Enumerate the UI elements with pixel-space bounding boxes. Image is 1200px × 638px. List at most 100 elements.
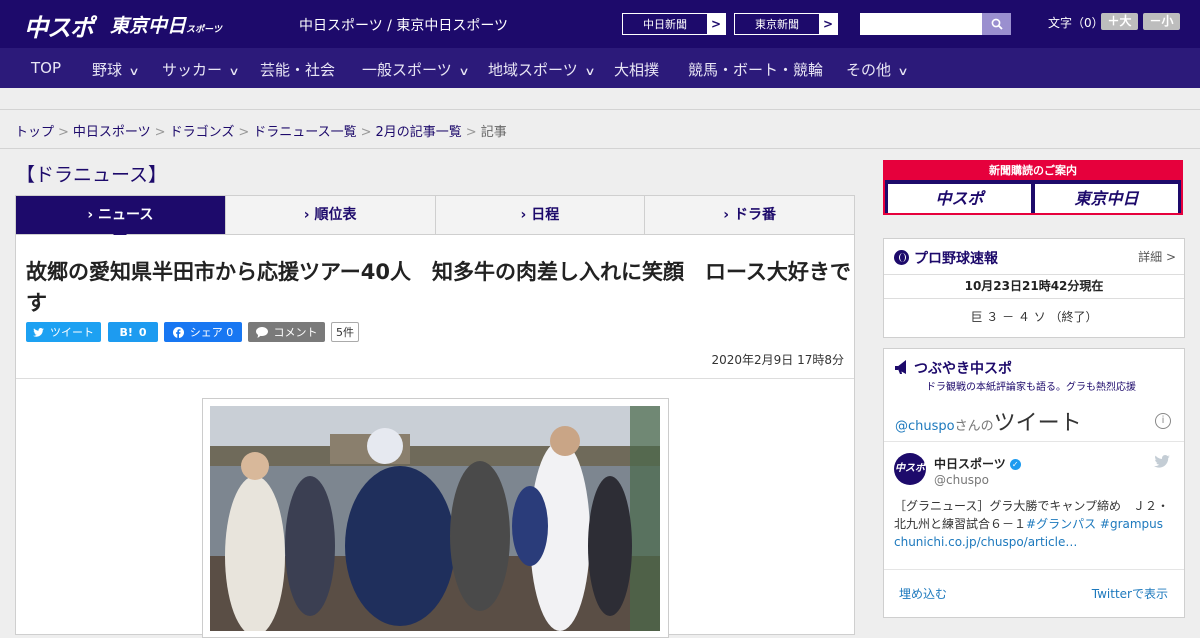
twitter-card: つぶやき中スポ ドラ観戦の本紙評論家も語る。グラも熱烈応援 @chuspoさんの… <box>883 348 1185 618</box>
tab-news[interactable]: › ニュース <box>16 196 226 241</box>
twitter-bird-icon <box>33 327 44 337</box>
tokyo-shimbun-label: 東京新聞 <box>755 18 799 31</box>
baseball-icon <box>894 250 909 265</box>
article-date: 2020年2月9日 17時8分 <box>711 353 844 367</box>
facebook-icon <box>172 326 184 338</box>
tokyo-chunichi-logo-small: スポーツ <box>186 25 222 35</box>
baseball-card-title: プロ野球速報 <box>914 251 998 267</box>
breadcrumb-dra-news-list[interactable]: ドラニュース一覧 <box>253 125 356 140</box>
breadcrumb-sep: > <box>154 125 166 140</box>
main-nav: TOP 野球 ∨ サッカー ∨ 芸能・社会 一般スポーツ ∨ 地域スポーツ ∨ 大相撲 … <box>0 48 1200 88</box>
section-tabs: › ニュース › 順位表 › 日程 › ドラ番 <box>15 195 855 241</box>
divider <box>884 569 1184 570</box>
divider <box>16 378 854 379</box>
twitter-timeline-title: ツイート <box>993 411 1082 436</box>
tweet-button[interactable]: ツイート <box>26 322 101 342</box>
info-icon[interactable]: i <box>1155 413 1171 429</box>
chevron-down-icon: ∨ <box>584 65 596 78</box>
chevron-down-icon: ∨ <box>458 65 470 78</box>
breadcrumb-february-list[interactable]: 2月の記事一覧 <box>376 125 462 140</box>
chunichi-shimbun-link[interactable]: 中日新聞 > <box>622 13 726 35</box>
nav-item-sumo[interactable]: 大相撲 <box>614 59 659 80</box>
breadcrumb-sep: > <box>238 125 250 140</box>
hatena-count: 0 <box>138 325 147 339</box>
tweet-author-name[interactable]: 中日スポーツ ✓ <box>934 455 1021 472</box>
search-input[interactable] <box>860 13 982 35</box>
breadcrumb-current: 記事 <box>480 125 507 140</box>
nav-item-baseball[interactable]: 野球 ∨ <box>92 59 140 80</box>
hashtag-link[interactable]: #グランパス <box>1026 517 1096 531</box>
tab-prefix: › <box>520 207 527 223</box>
tokyo-shimbun-link[interactable]: 東京新聞 > <box>734 13 838 35</box>
article-photo[interactable] <box>202 398 669 638</box>
breadcrumb-top[interactable]: トップ <box>15 125 54 140</box>
subscribe-chuspo-button[interactable]: 中スポ <box>888 184 1031 213</box>
font-larger-button[interactable]: ＋大 <box>1101 13 1138 30</box>
nav-item-soccer[interactable]: サッカー ∨ <box>162 59 240 80</box>
article-title: 故郷の愛知県半田市から応援ツアー40人 知多牛の肉差し入れに笑顔 ロース大好きで… <box>26 260 851 315</box>
tab-schedule[interactable]: › 日程 <box>436 196 646 234</box>
embed-link[interactable]: 埋め込む <box>899 585 947 602</box>
twitter-handle-link[interactable]: @chuspo <box>895 419 955 434</box>
nav-item-racing[interactable]: 競馬・ボート・競輪 <box>688 59 823 80</box>
top-header: 中スポ 東京中日スポーツ 中日スポーツ / 東京中日スポーツ 中日新聞 > 東京… <box>0 0 1200 48</box>
baseball-details-link[interactable]: 詳細 > <box>1138 248 1176 265</box>
tweet-author-id[interactable]: @chuspo <box>934 473 989 487</box>
view-on-twitter-link[interactable]: Twitterで表示 <box>1092 585 1168 602</box>
chevron-down-icon: ∨ <box>228 65 240 78</box>
search-button[interactable] <box>982 13 1011 35</box>
tab-dra-ban[interactable]: › ドラ番 <box>645 196 854 234</box>
score-line[interactable]: 巨 ３ － ４ ソ （終了） <box>884 299 1184 336</box>
verified-badge-icon: ✓ <box>1009 459 1021 470</box>
twitter-bird-icon[interactable] <box>1154 455 1170 468</box>
tab-prefix: › <box>87 207 94 223</box>
nav-label: その他 <box>846 61 892 79</box>
subscribe-tokyo-button[interactable]: 東京中日 <box>1035 184 1178 213</box>
section-title: 【ドラニュース】 <box>16 164 168 186</box>
megaphone-icon <box>895 360 906 374</box>
nav-label: 芸能・社会 <box>260 61 336 79</box>
nav-item-entertainment[interactable]: 芸能・社会 <box>260 59 335 80</box>
tab-label: 順位表 <box>314 207 357 223</box>
nav-item-other[interactable]: その他 ∨ <box>846 59 909 80</box>
tweet-author-name-text: 中日スポーツ <box>934 457 1006 471</box>
nav-label: TOP <box>31 59 62 77</box>
comment-label: コメント <box>273 326 318 339</box>
comment-button[interactable]: コメント <box>248 322 325 342</box>
nav-label: 野球 <box>92 61 123 79</box>
avatar[interactable]: 中スポ <box>894 453 926 485</box>
divider <box>0 148 1200 149</box>
tokyo-chunichi-logo-text: 東京中日 <box>110 15 187 37</box>
chevron-right-icon: > <box>819 14 837 34</box>
hashtag-link[interactable]: #grampus <box>1100 517 1163 531</box>
tweet-label: ツイート <box>50 326 94 339</box>
comment-count[interactable]: 5件 <box>331 322 359 342</box>
breadcrumb-chunichi-sports[interactable]: 中日スポーツ <box>73 125 151 140</box>
nav-item-general-sports[interactable]: 一般スポーツ ∨ <box>362 59 470 80</box>
baseball-card-header: プロ野球速報 詳細 > <box>884 239 1184 275</box>
facebook-share-label: シェア 0 <box>189 326 234 339</box>
tab-standings[interactable]: › 順位表 <box>226 196 436 234</box>
nav-item-top[interactable]: TOP <box>31 59 61 77</box>
ad-band <box>0 88 1200 110</box>
chunichi-shimbun-label: 中日新聞 <box>643 18 687 31</box>
breadcrumb-sep: > <box>465 125 477 140</box>
nav-label: 競馬・ボート・競輪 <box>688 61 824 79</box>
facebook-share-button[interactable]: シェア 0 <box>164 322 242 342</box>
tweet-text: ［グラニュース］グラ大勝でキャンプ締め Ｊ２・北九州と練習試合６－１#グランパス… <box>894 497 1179 551</box>
score-time: 10月23日21時42分現在 <box>884 275 1184 299</box>
nav-label: 地域スポーツ <box>488 61 578 79</box>
nav-item-regional-sports[interactable]: 地域スポーツ ∨ <box>488 59 596 80</box>
chuspo-logo[interactable]: 中スポ <box>24 8 94 43</box>
subscription-head: 新聞購読のご案内 <box>885 162 1181 180</box>
subscription-banner[interactable]: 新聞購読のご案内 中スポ 東京中日 <box>883 160 1183 215</box>
tokyo-chunichi-logo[interactable]: 東京中日スポーツ <box>110 11 222 38</box>
tweet-url-link[interactable]: chunichi.co.jp/chuspo/article… <box>894 535 1077 549</box>
tab-prefix: › <box>723 207 730 223</box>
twitter-timeline-header: @chuspoさんのツイート <box>895 405 1082 437</box>
breadcrumb-dragons[interactable]: ドラゴンズ <box>170 125 235 140</box>
hatena-bookmark-button[interactable]: B! 0 <box>108 322 158 342</box>
article-photo-image <box>210 406 660 631</box>
font-smaller-button[interactable]: －小 <box>1143 13 1180 30</box>
tab-label: ニュース <box>98 207 154 223</box>
